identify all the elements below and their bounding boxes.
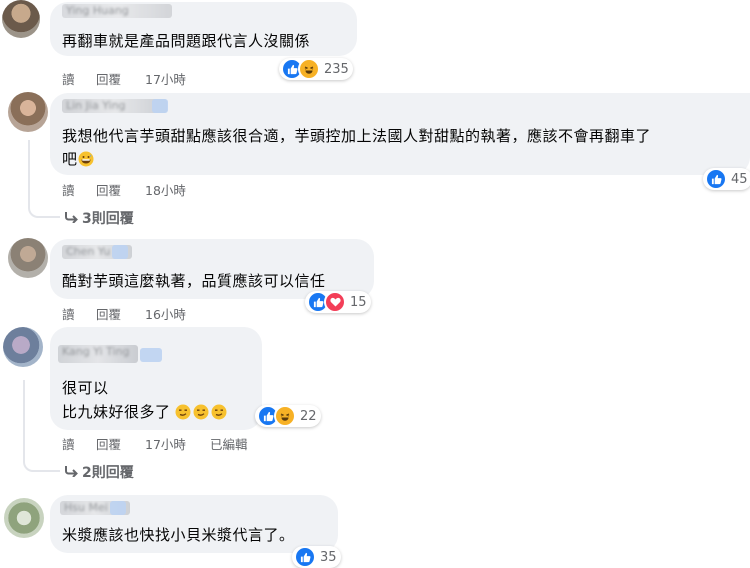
like-icon: [705, 168, 727, 190]
reaction-count: 235: [324, 61, 349, 77]
reaction-count: 15: [350, 294, 367, 310]
timestamp[interactable]: 17小時: [145, 434, 186, 453]
commenter-name-tag: [110, 501, 126, 515]
avatar[interactable]: [8, 238, 48, 278]
edited-label: 已編輯: [210, 437, 248, 452]
comment-text: 再翻車就是產品問題跟代言人沒關係: [62, 32, 311, 50]
avatar[interactable]: [8, 92, 48, 132]
reaction-summary[interactable]: 45: [703, 168, 750, 190]
view-replies-link[interactable]: 3則回覆: [64, 208, 134, 228]
reaction-summary[interactable]: 35: [292, 546, 341, 568]
reaction-summary[interactable]: 235: [279, 58, 353, 80]
reaction-count: 45: [731, 171, 748, 187]
reply-action[interactable]: 回覆: [96, 69, 121, 88]
commenter-name-tag: [140, 348, 162, 362]
reaction-count: 22: [300, 408, 317, 424]
grinning-sweat-emoji: [78, 151, 94, 174]
thread-line: [28, 140, 60, 218]
like-action[interactable]: 讀: [62, 434, 75, 453]
avatar[interactable]: [2, 0, 40, 38]
thread-line: [23, 380, 60, 472]
smirk-emoji: [193, 404, 209, 427]
commenter-name[interactable]: Ying Huang: [62, 4, 172, 18]
comment-text: 酷對芋頭這麼執著，品質應該可以信任: [62, 272, 326, 290]
comment-text: 很可以: [62, 379, 109, 397]
commenter-name[interactable]: Kang Yi Ting: [58, 345, 138, 363]
reply-action[interactable]: 回覆: [96, 304, 121, 323]
haha-icon: [274, 405, 296, 427]
love-icon: [324, 291, 346, 313]
reaction-count: 35: [320, 549, 337, 565]
commenter-name-tag: [112, 245, 128, 259]
reply-arrow-icon: [64, 211, 82, 227]
like-action[interactable]: 讀: [62, 304, 75, 323]
smirk-emoji: [175, 404, 191, 427]
timestamp[interactable]: 17小時: [145, 69, 186, 88]
reply-action[interactable]: 回覆: [96, 434, 121, 453]
reply-action[interactable]: 回覆: [96, 180, 121, 199]
like-action[interactable]: 讀: [62, 69, 75, 88]
like-icon: [294, 546, 316, 568]
timestamp[interactable]: 18小時: [145, 180, 186, 199]
reply-arrow-icon: [64, 465, 82, 481]
commenter-name-tag: [152, 99, 168, 113]
haha-icon: [298, 58, 320, 80]
reaction-summary[interactable]: 15: [305, 291, 371, 313]
reaction-summary[interactable]: 22: [255, 405, 321, 427]
comment-text: 我想他代言芋頭甜點應該很合適，芋頭控加上法國人對甜點的執著，應該不會再翻車了: [62, 127, 652, 145]
smirk-emoji: [211, 404, 227, 427]
view-replies-link[interactable]: 2則回覆: [64, 462, 134, 482]
comment-text: 比九妹好很多了: [62, 401, 227, 427]
like-action[interactable]: 讀: [62, 180, 75, 199]
timestamp[interactable]: 16小時: [145, 304, 186, 323]
avatar[interactable]: [4, 498, 44, 538]
comment-text: 米漿應該也快找小貝米漿代言了。: [62, 526, 295, 544]
avatar[interactable]: [3, 327, 43, 367]
comment-text: 吧: [62, 148, 94, 174]
